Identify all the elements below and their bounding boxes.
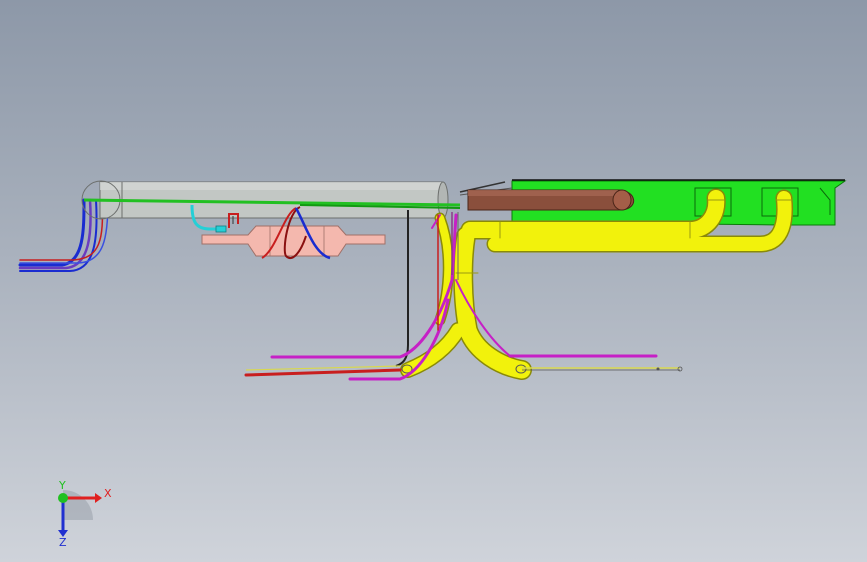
y-axis-label: Y [58,480,66,492]
z-axis-label: Z [59,536,67,546]
orientation-triad[interactable]: X Y Z [44,480,116,546]
pink-catalyst [201,225,386,257]
triad-plane [63,490,93,520]
assembly-model[interactable] [0,0,867,562]
x-axis-arrow-icon [95,493,102,503]
graphics-viewport[interactable]: X Y Z [0,0,867,562]
y-axis-dot-icon [58,493,68,503]
black-line [395,210,409,367]
left-cable-bundle [18,198,109,272]
thin-line-right [245,365,683,372]
brown-muffler [467,189,634,211]
x-axis-label: X [104,487,112,500]
